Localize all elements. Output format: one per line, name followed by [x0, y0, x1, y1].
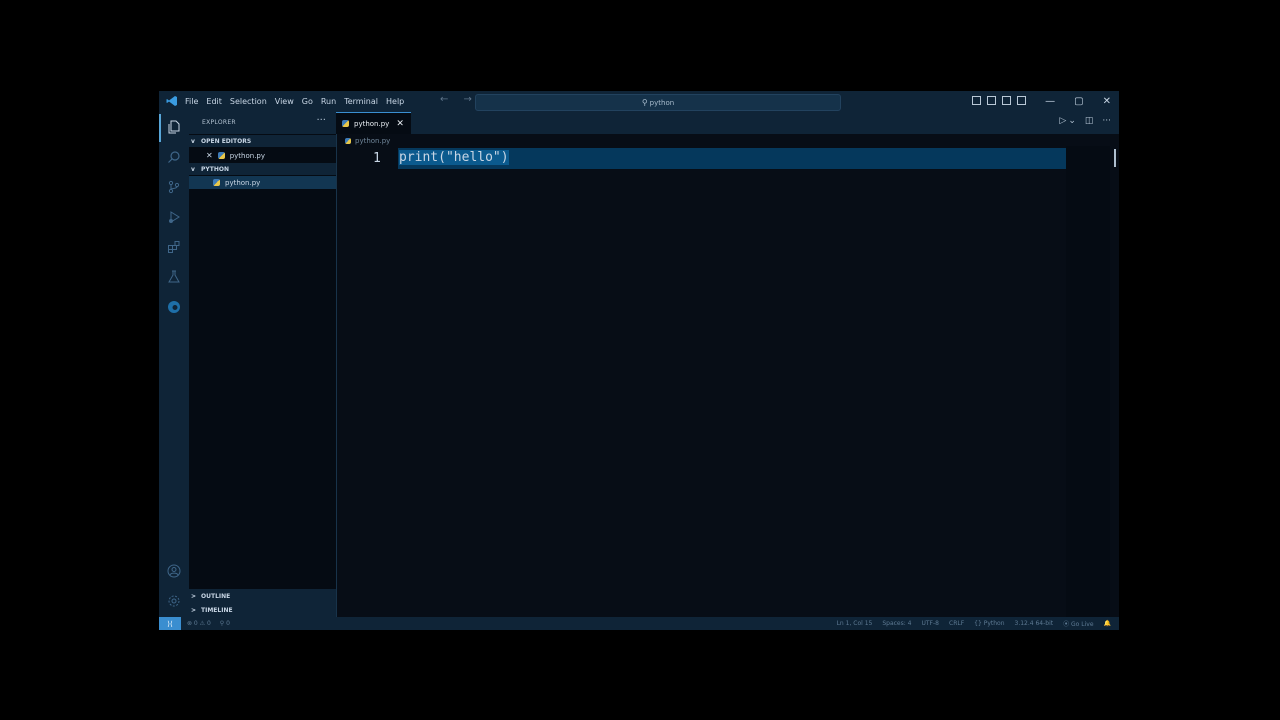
close-window-button[interactable]: ✕	[1103, 96, 1111, 107]
open-editor-filename: python.py	[229, 151, 266, 160]
command-center[interactable]: ⚲ python	[475, 94, 841, 111]
ports-count[interactable]: ⚲ 0	[220, 620, 230, 627]
testing-flask-icon[interactable]	[167, 270, 181, 284]
chevron-down-icon: v	[191, 137, 195, 145]
outline-section[interactable]: > OUTLINE	[189, 589, 336, 603]
cursor-position[interactable]: Ln 1, Col 15	[837, 620, 873, 627]
toggle-primary-sidebar-icon[interactable]	[972, 96, 981, 105]
nav-arrows[interactable]: ← →	[440, 94, 478, 105]
menu-terminal[interactable]: Terminal	[344, 97, 378, 106]
title-bar: File Edit Selection View Go Run Terminal…	[159, 91, 1119, 112]
folder-label: PYTHON	[201, 165, 229, 173]
run-python-file-icon[interactable]: ▷	[1059, 116, 1066, 126]
breadcrumb[interactable]: python.py	[345, 135, 390, 146]
end-of-line[interactable]: CRLF	[949, 620, 964, 627]
open-editor-item[interactable]: ✕ python.py	[189, 149, 336, 162]
command-center-text: python	[649, 98, 675, 107]
extensions-icon[interactable]	[167, 240, 181, 254]
remote-indicator-icon[interactable]: ⟩⟨	[159, 617, 181, 630]
selected-code-text: print("hello")	[399, 150, 509, 165]
toggle-panel-icon[interactable]	[987, 96, 996, 105]
explorer-header: EXPLORER ···	[189, 112, 336, 134]
notifications-bell-icon[interactable]: 🔔	[1104, 620, 1111, 627]
timeline-label: TIMELINE	[201, 606, 233, 614]
toggle-secondary-sidebar-icon[interactable]	[1002, 96, 1011, 105]
restore-button[interactable]: ▢	[1074, 96, 1083, 107]
edge-browser-icon[interactable]	[167, 300, 181, 314]
menu-bar: File Edit Selection View Go Run Terminal…	[185, 91, 412, 112]
encoding[interactable]: UTF-8	[922, 620, 940, 627]
split-editor-icon[interactable]: ◫	[1085, 116, 1094, 126]
close-editor-icon[interactable]: ✕	[206, 151, 213, 160]
open-editors-section[interactable]: v OPEN EDITORS	[189, 135, 336, 147]
status-right: Ln 1, Col 15 Spaces: 4 UTF-8 CRLF {} Pyt…	[827, 617, 1111, 630]
close-tab-icon[interactable]: ✕	[396, 119, 404, 129]
editor-more-actions-icon[interactable]: ···	[1102, 116, 1111, 126]
folder-section-python[interactable]: v PYTHON	[189, 163, 336, 175]
menu-go[interactable]: Go	[302, 97, 313, 106]
vscode-logo-icon	[166, 96, 177, 106]
vscode-window: File Edit Selection View Go Run Terminal…	[159, 91, 1119, 630]
chevron-right-icon: >	[191, 592, 197, 600]
language-mode[interactable]: {} Python	[974, 620, 1004, 627]
status-bar: ⟩⟨ ⊗ 0 ⚠ 0 ⚲ 0 Ln 1, Col 15 Spaces: 4 UT…	[159, 617, 1119, 630]
minimize-button[interactable]: —	[1045, 96, 1055, 107]
menu-file[interactable]: File	[185, 97, 198, 106]
python-file-icon	[345, 137, 351, 144]
explorer-sidebar: EXPLORER ··· v OPEN EDITORS ✕ python.py …	[189, 112, 337, 617]
indentation[interactable]: Spaces: 4	[882, 620, 911, 627]
code-line[interactable]: print("hello")	[399, 150, 509, 165]
menu-run[interactable]: Run	[321, 97, 336, 106]
run-dropdown-icon[interactable]: ⌄	[1068, 116, 1076, 126]
problems-count[interactable]: ⊗ 0 ⚠ 0	[187, 620, 211, 627]
account-icon[interactable]	[167, 564, 181, 578]
outline-label: OUTLINE	[201, 592, 231, 600]
menu-view[interactable]: View	[275, 97, 294, 106]
status-left: ⊗ 0 ⚠ 0 ⚲ 0	[187, 620, 239, 627]
settings-gear-icon[interactable]	[167, 594, 181, 608]
search-icon: ⚲	[641, 98, 648, 107]
search-icon[interactable]	[167, 150, 181, 164]
python-file-icon	[217, 152, 225, 159]
menu-edit[interactable]: Edit	[206, 97, 222, 106]
customize-layout-icon[interactable]	[1017, 96, 1026, 105]
explorer-files-icon[interactable]	[167, 120, 181, 134]
line-number: 1	[373, 151, 381, 166]
timeline-section[interactable]: > TIMELINE	[189, 603, 336, 617]
editor-tab-bar: python.py ✕ ▷ ⌄ ◫ ···	[336, 112, 1119, 134]
minimap[interactable]	[1066, 146, 1110, 617]
open-editors-label: OPEN EDITORS	[201, 137, 252, 145]
explorer-title: EXPLORER	[202, 119, 236, 126]
file-tree-item[interactable]: python.py	[189, 176, 336, 189]
python-file-icon	[213, 179, 220, 186]
tab-python-py[interactable]: python.py ✕	[336, 112, 411, 134]
menu-help[interactable]: Help	[386, 97, 404, 106]
vertical-scrollbar[interactable]	[1114, 149, 1116, 167]
breadcrumb-filename: python.py	[355, 136, 391, 145]
python-interpreter[interactable]: 3.12.4 64-bit	[1015, 620, 1054, 627]
window-controls: — ▢ ✕	[1026, 91, 1111, 112]
chevron-down-icon: v	[191, 165, 195, 173]
tab-label: python.py	[354, 119, 390, 128]
source-control-icon[interactable]	[167, 180, 181, 194]
activity-bar	[159, 112, 189, 617]
python-file-icon	[342, 120, 349, 127]
editor-actions: ▷ ⌄ ◫ ···	[1050, 116, 1111, 126]
run-debug-icon[interactable]	[167, 210, 181, 224]
layout-controls	[972, 96, 1032, 105]
explorer-more-actions-icon[interactable]: ···	[316, 115, 326, 126]
menu-selection[interactable]: Selection	[230, 97, 267, 106]
file-tree-filename: python.py	[225, 178, 261, 187]
go-live-button[interactable]: ⦿ Go Live	[1063, 619, 1093, 628]
chevron-right-icon: >	[191, 606, 197, 614]
active-indicator	[159, 114, 161, 142]
